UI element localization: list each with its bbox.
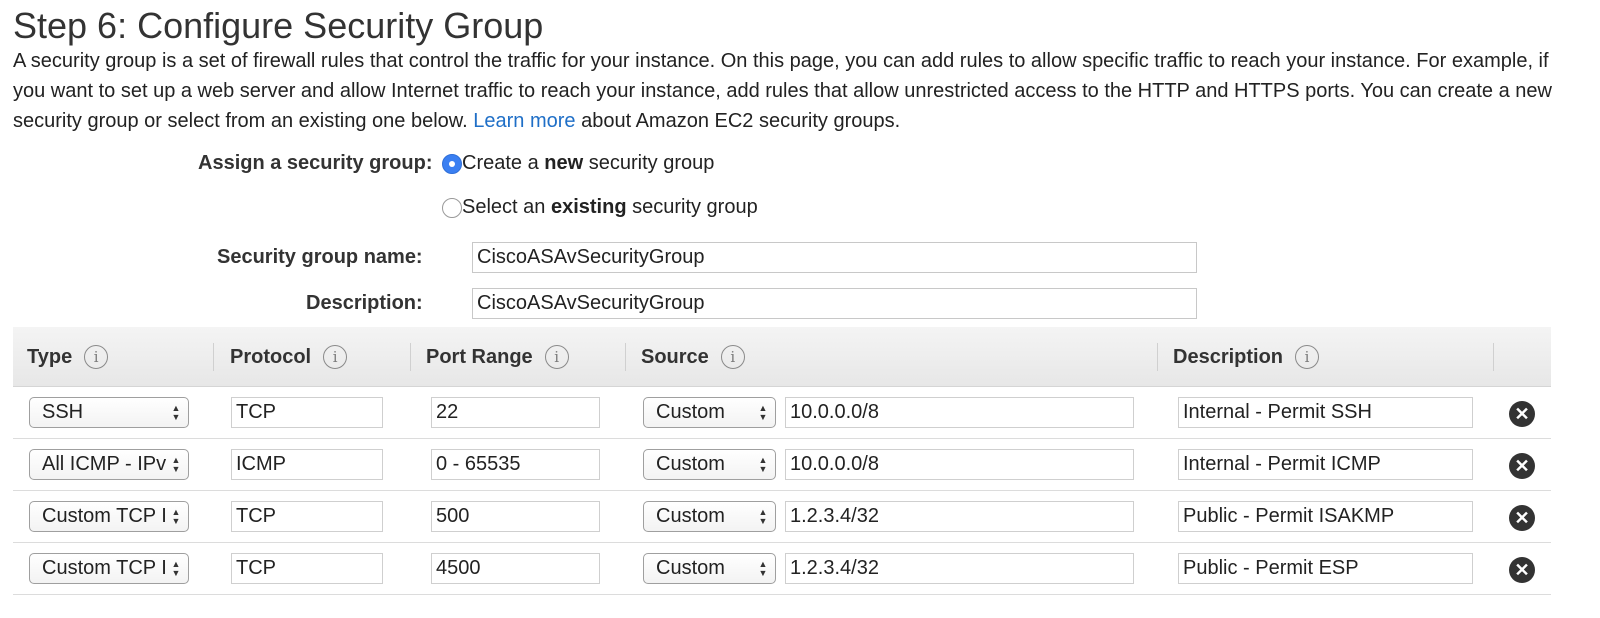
protocol-field: TCP	[231, 553, 383, 584]
select-arrows-icon: ▲ ▼	[757, 450, 769, 479]
source-cidr-input[interactable]: 1.2.3.4/32	[785, 501, 1134, 532]
radio-button-existing[interactable]	[442, 197, 462, 218]
rule-description-input[interactable]: Internal - Permit ICMP	[1178, 449, 1473, 480]
type-select[interactable]: SSH ▲ ▼	[29, 397, 189, 428]
header-divider	[1157, 343, 1158, 371]
protocol-field: TCP	[231, 501, 383, 532]
info-icon[interactable]: i	[84, 345, 109, 369]
header-protocol: Protocol i	[230, 327, 348, 387]
source-select[interactable]: Custom ▲ ▼	[643, 449, 776, 480]
table-row: SSH ▲ ▼ TCP 22 Custom ▲ ▼ 10.0.0.0/8 Inter…	[13, 387, 1551, 439]
header-divider	[213, 343, 214, 371]
security-group-name-label: Security group name:	[217, 246, 423, 268]
remove-rule-icon[interactable]: ✕	[1509, 557, 1535, 583]
description-input[interactable]: CiscoASAvSecurityGroup	[472, 288, 1197, 319]
select-arrows-icon: ▲ ▼	[757, 554, 769, 583]
header-type: Type i	[27, 327, 109, 387]
rule-description-input[interactable]: Public - Permit ESP	[1178, 553, 1473, 584]
radio-select-existing[interactable]: Select an existing security group	[442, 196, 758, 219]
table-row: Custom TCP I ▲ ▼ TCP 500 Custom ▲ ▼ 1.2.3.…	[13, 491, 1551, 543]
remove-rule-icon[interactable]: ✕	[1509, 401, 1535, 427]
header-source: Source i	[641, 327, 745, 387]
select-arrows-icon: ▲ ▼	[757, 502, 769, 531]
type-select[interactable]: Custom TCP I ▲ ▼	[29, 501, 189, 532]
source-cidr-input[interactable]: 10.0.0.0/8	[785, 397, 1134, 428]
port-range-input[interactable]: 22	[431, 397, 600, 428]
radio-select-existing-label[interactable]: Select an existing security group	[462, 196, 758, 219]
select-arrows-icon: ▲ ▼	[170, 554, 182, 583]
intro-text-tail: about Amazon EC2 security groups.	[581, 110, 901, 132]
port-range-input[interactable]: 0 - 65535	[431, 449, 600, 480]
type-select[interactable]: Custom TCP I ▲ ▼	[29, 553, 189, 584]
rules-table: Type i Protocol i Port Range i Source i …	[13, 327, 1551, 607]
radio-button-new[interactable]	[442, 153, 462, 174]
rules-table-header: Type i Protocol i Port Range i Source i …	[13, 327, 1551, 387]
learn-more-link[interactable]: Learn more	[473, 110, 575, 132]
header-port-range: Port Range i	[426, 327, 569, 387]
info-icon[interactable]: i	[544, 345, 569, 369]
table-row: All ICMP - IPv ▲ ▼ ICMP 0 - 65535 Custom …	[13, 439, 1551, 491]
protocol-field: ICMP	[231, 449, 383, 480]
select-arrows-icon: ▲ ▼	[170, 398, 182, 427]
description-label: Description:	[306, 292, 423, 314]
rule-description-input[interactable]: Internal - Permit SSH	[1178, 397, 1473, 428]
select-arrows-icon: ▲ ▼	[170, 502, 182, 531]
rule-description-input[interactable]: Public - Permit ISAKMP	[1178, 501, 1473, 532]
info-icon[interactable]: i	[720, 345, 745, 369]
header-divider	[1493, 343, 1494, 371]
page-title: Step 6: Configure Security Group	[13, 5, 544, 46]
security-group-name-input[interactable]: CiscoASAvSecurityGroup	[472, 242, 1197, 273]
assign-security-group-label: Assign a security group:	[198, 152, 433, 174]
source-select[interactable]: Custom ▲ ▼	[643, 553, 776, 584]
port-range-input[interactable]: 4500	[431, 553, 600, 584]
radio-create-new[interactable]: Create a new security group	[442, 152, 714, 175]
header-description: Description i	[1173, 327, 1320, 387]
select-arrows-icon: ▲ ▼	[170, 450, 182, 479]
port-range-input[interactable]: 500	[431, 501, 600, 532]
info-icon[interactable]: i	[323, 345, 348, 369]
table-row: Custom TCP I ▲ ▼ TCP 4500 Custom ▲ ▼ 1.2.3…	[13, 543, 1551, 595]
source-select[interactable]: Custom ▲ ▼	[643, 397, 776, 428]
type-select[interactable]: All ICMP - IPv ▲ ▼	[29, 449, 189, 480]
select-arrows-icon: ▲ ▼	[757, 398, 769, 427]
protocol-field: TCP	[231, 397, 383, 428]
header-divider	[625, 343, 626, 371]
source-cidr-input[interactable]: 1.2.3.4/32	[785, 553, 1134, 584]
intro-text: A security group is a set of firewall ru…	[13, 46, 1573, 136]
radio-create-new-label[interactable]: Create a new security group	[462, 152, 714, 175]
source-cidr-input[interactable]: 10.0.0.0/8	[785, 449, 1134, 480]
source-select[interactable]: Custom ▲ ▼	[643, 501, 776, 532]
remove-rule-icon[interactable]: ✕	[1509, 453, 1535, 479]
info-icon[interactable]: i	[1295, 345, 1320, 369]
remove-rule-icon[interactable]: ✕	[1509, 505, 1535, 531]
header-divider	[410, 343, 411, 371]
